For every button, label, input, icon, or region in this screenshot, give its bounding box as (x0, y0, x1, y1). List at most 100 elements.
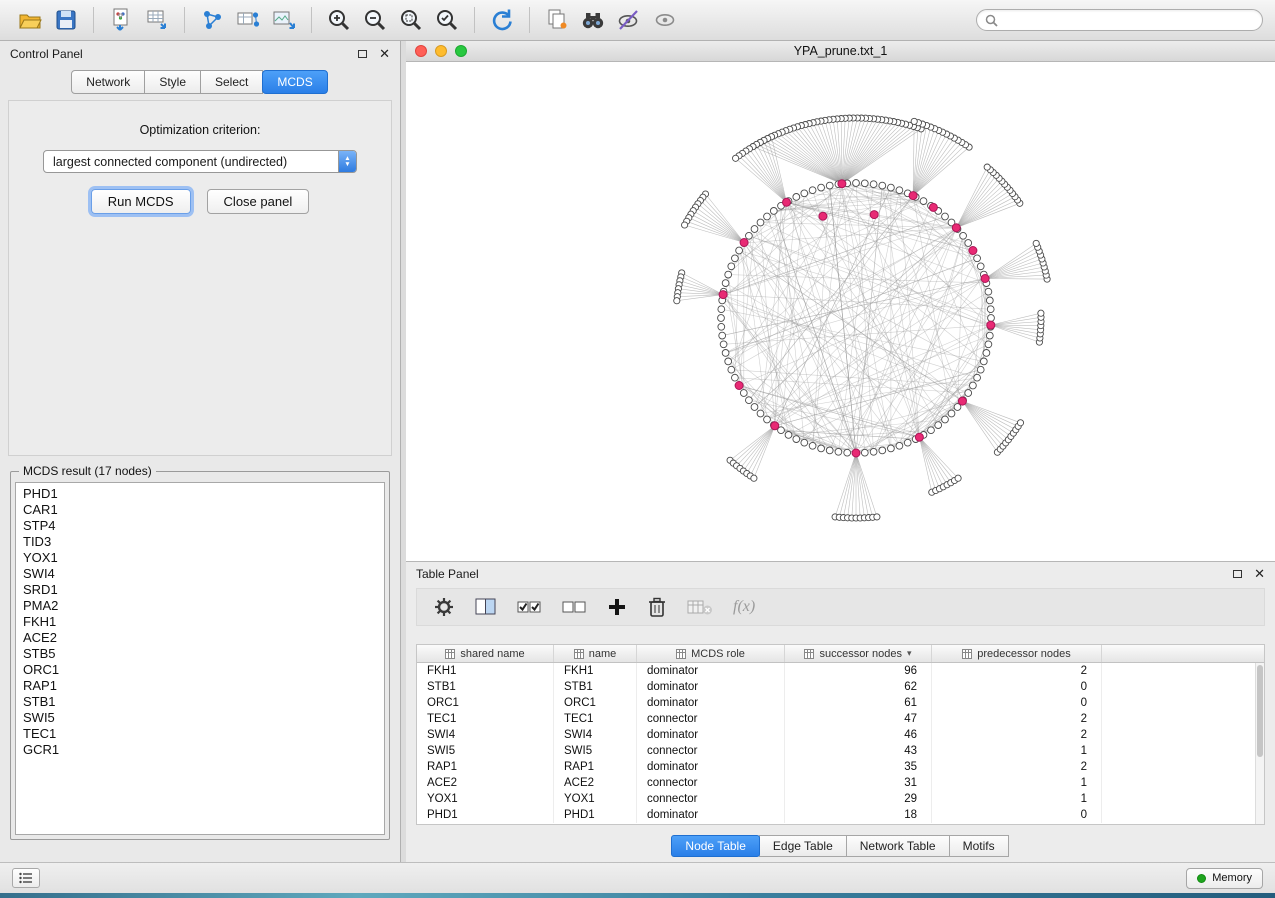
table-cell: 0 (932, 695, 1102, 711)
tab-network[interactable]: Network (71, 70, 145, 94)
import-table-file-button[interactable] (139, 4, 175, 36)
mcds-result-item[interactable]: TID3 (23, 534, 384, 550)
table-scrollbar[interactable] (1255, 663, 1264, 824)
column-header-name[interactable]: name (554, 645, 637, 662)
mcds-result-item[interactable]: STP4 (23, 518, 384, 534)
network-graph[interactable] (406, 62, 1275, 561)
clear-table-button[interactable] (687, 598, 713, 616)
table-cell: STB1 (417, 679, 554, 695)
apply-layout-button[interactable] (484, 4, 520, 36)
table-row[interactable]: PHD1PHD1dominator180 (417, 807, 1255, 823)
delete-column-button[interactable] (647, 596, 667, 618)
table-row[interactable]: FKH1FKH1dominator962 (417, 663, 1255, 679)
export-image-button[interactable] (266, 4, 302, 36)
window-maximize-icon[interactable] (455, 45, 467, 57)
mcds-result-item[interactable]: GCR1 (23, 742, 384, 758)
column-type-icon (574, 649, 584, 659)
open-folder-icon (17, 7, 43, 33)
table-cell: connector (637, 775, 785, 791)
float-table-panel-icon[interactable] (1233, 570, 1242, 578)
mcds-result-item[interactable]: PHD1 (23, 486, 384, 502)
search-input[interactable] (1003, 13, 1254, 27)
task-history-button[interactable] (12, 868, 40, 888)
search-box[interactable] (976, 9, 1263, 31)
zoom-out-button[interactable] (357, 4, 393, 36)
column-header-shared-name[interactable]: shared name (417, 645, 554, 662)
mcds-result-list[interactable]: PHD1CAR1STP4TID3YOX1SWI4SRD1PMA2FKH1ACE2… (15, 482, 385, 835)
mcds-result-item[interactable]: CAR1 (23, 502, 384, 518)
select-all-button[interactable] (517, 597, 542, 617)
window-minimize-icon[interactable] (435, 45, 447, 57)
table-row[interactable]: ORC1ORC1dominator610 (417, 695, 1255, 711)
zoom-in-button[interactable] (321, 4, 357, 36)
mcds-result-item[interactable]: RAP1 (23, 678, 384, 694)
table-row[interactable]: SWI4SWI4dominator462 (417, 727, 1255, 743)
mcds-result-item[interactable]: STB1 (23, 694, 384, 710)
tab-network-table[interactable]: Network Table (846, 835, 950, 857)
tab-motifs[interactable]: Motifs (949, 835, 1009, 857)
table-row[interactable]: SWI5SWI5connector431 (417, 743, 1255, 759)
mcds-result-item[interactable]: YOX1 (23, 550, 384, 566)
network-from-selection-button[interactable] (539, 4, 575, 36)
dropdown-stepper-icon[interactable]: ▲▼ (338, 151, 356, 172)
table-cell: dominator (637, 727, 785, 743)
mcds-result-item[interactable]: FKH1 (23, 614, 384, 630)
tab-style[interactable]: Style (144, 70, 201, 94)
function-builder-icon[interactable]: f(x) (733, 598, 755, 616)
tab-mcds[interactable]: MCDS (262, 70, 327, 94)
table-settings-button[interactable] (433, 596, 455, 618)
mcds-result-item[interactable]: TEC1 (23, 726, 384, 742)
table-cell: 31 (785, 775, 932, 791)
table-cell-filler (1102, 695, 1255, 711)
hide-graphics-details-button[interactable] (647, 4, 683, 36)
control-panel-tabs: Network Style Select MCDS (0, 67, 400, 94)
close-panel-icon[interactable]: ✕ (379, 48, 390, 60)
show-graphics-details-button[interactable] (611, 4, 647, 36)
control-panel: Control Panel ✕ Network Style Select MCD… (0, 41, 401, 862)
mcds-result-item[interactable]: ORC1 (23, 662, 384, 678)
search-network-button[interactable] (575, 4, 611, 36)
deselect-all-button[interactable] (562, 597, 587, 617)
new-network-icon (199, 7, 225, 33)
window-close-icon[interactable] (415, 45, 427, 57)
zoom-fit-button[interactable] (393, 4, 429, 36)
mcds-result-item[interactable]: STB5 (23, 646, 384, 662)
tab-select[interactable]: Select (200, 70, 263, 94)
mcds-result-item[interactable]: PMA2 (23, 598, 384, 614)
zoom-selected-button[interactable] (429, 4, 465, 36)
column-header-predecessor-nodes[interactable]: predecessor nodes (932, 645, 1102, 662)
mcds-result-item[interactable]: ACE2 (23, 630, 384, 646)
mcds-result-item[interactable]: SRD1 (23, 582, 384, 598)
close-table-panel-icon[interactable]: ✕ (1254, 568, 1265, 580)
mcds-result-item[interactable]: SWI5 (23, 710, 384, 726)
tab-node-table[interactable]: Node Table (671, 835, 760, 857)
column-header-successor-nodes[interactable]: successor nodes▾ (785, 645, 932, 662)
mcds-options-panel: Optimization criterion: largest connecte… (8, 100, 392, 456)
table-scrollbar-thumb[interactable] (1257, 665, 1263, 757)
new-network-button[interactable] (194, 4, 230, 36)
table-row[interactable]: TEC1TEC1connector472 (417, 711, 1255, 727)
optimization-criterion-dropdown[interactable]: largest connected component (undirected)… (43, 150, 357, 173)
mcds-result-item[interactable]: SWI4 (23, 566, 384, 582)
new-network-table-button[interactable] (230, 4, 266, 36)
open-file-button[interactable] (12, 4, 48, 36)
memory-button[interactable]: Memory (1186, 868, 1263, 889)
table-row[interactable]: ACE2ACE2connector311 (417, 775, 1255, 791)
table-cell: 1 (932, 775, 1102, 791)
run-mcds-button[interactable]: Run MCDS (91, 189, 191, 214)
tab-edge-table[interactable]: Edge Table (759, 835, 847, 857)
table-row[interactable]: RAP1RAP1dominator352 (417, 759, 1255, 775)
network-canvas[interactable] (406, 62, 1275, 561)
float-panel-icon[interactable] (358, 50, 367, 58)
import-network-file-button[interactable] (103, 4, 139, 36)
zoom-in-icon (326, 7, 352, 33)
table-row[interactable]: YOX1YOX1connector291 (417, 791, 1255, 807)
table-cell: 2 (932, 727, 1102, 743)
add-column-button[interactable] (607, 597, 627, 617)
close-panel-button[interactable]: Close panel (207, 189, 310, 214)
split-columns-button[interactable] (475, 597, 497, 617)
table-row[interactable]: STB1STB1dominator620 (417, 679, 1255, 695)
save-session-button[interactable] (48, 4, 84, 36)
application-window: Control Panel ✕ Network Style Select MCD… (0, 0, 1275, 898)
column-header-mcds-role[interactable]: MCDS role (637, 645, 785, 662)
